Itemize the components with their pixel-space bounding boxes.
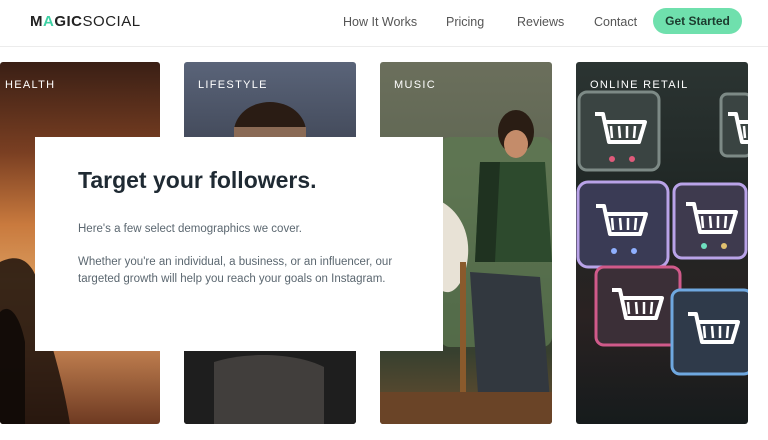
card-label-online-retail: ONLINE RETAIL [590, 79, 689, 91]
card-label-lifestyle: LIFESTYLE [198, 79, 268, 91]
target-followers-panel: Target your followers. Here's a few sele… [35, 137, 443, 351]
logo-accent-letter: A [43, 13, 55, 30]
card-label-health: HEALTH [5, 79, 56, 91]
shopping-cart-icon [719, 92, 748, 158]
card-label-music: MUSIC [394, 79, 436, 91]
nav-pricing[interactable]: Pricing [446, 14, 484, 30]
card-online-retail[interactable]: ONLINE RETAIL [576, 62, 748, 424]
nav-how-it-works[interactable]: How It Works [343, 14, 417, 30]
shopping-cart-icon [672, 182, 748, 260]
nav-contact[interactable]: Contact [594, 14, 637, 30]
logo-thin-text: SOCIAL [82, 13, 141, 30]
nav-reviews[interactable]: Reviews [517, 14, 564, 30]
get-started-button[interactable]: Get Started [653, 8, 742, 34]
online-retail-carts-image [576, 90, 748, 376]
site-header: MAGICSOCIAL How It Works Pricing Reviews… [0, 0, 768, 47]
shopping-cart-icon [670, 288, 748, 376]
shopping-cart-icon [594, 265, 682, 347]
panel-body-text: Whether you're an individual, a business… [78, 256, 393, 285]
panel-intro-text: Here's a few select demographics we cove… [78, 223, 302, 235]
panel-title: Target your followers. [78, 167, 317, 193]
logo-letter-m: M [30, 13, 43, 30]
logo[interactable]: MAGICSOCIAL [30, 13, 141, 31]
shopping-cart-icon [577, 90, 661, 172]
shopping-cart-icon [576, 180, 670, 269]
logo-bold-text: GIC [54, 13, 83, 30]
